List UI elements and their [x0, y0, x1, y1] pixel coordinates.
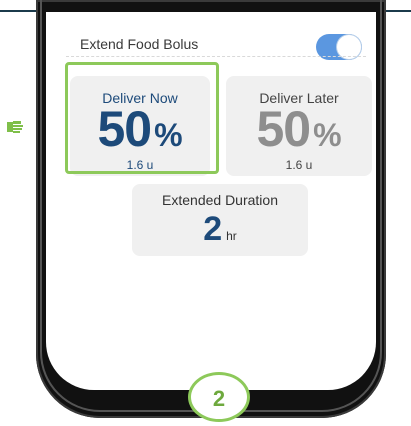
step-badge: 2	[188, 372, 250, 422]
divider	[66, 56, 366, 57]
extended-duration-card[interactable]: Extended Duration 2 hr	[132, 184, 308, 256]
extended-duration-number: 2	[203, 210, 223, 248]
deliver-now-highlight	[65, 62, 219, 174]
deliver-later-percent: 50%	[226, 100, 372, 158]
deliver-later-units: 1.6 u	[285, 158, 313, 172]
deliver-later-percent-sign: %	[313, 117, 342, 153]
step-number: 2	[212, 386, 226, 411]
extend-food-bolus-row: Extend Food Bolus	[46, 22, 376, 60]
extended-duration-unit: hr	[226, 229, 237, 243]
extend-food-bolus-label: Extend Food Bolus	[80, 36, 199, 52]
deliver-later-card[interactable]: Deliver Later 50% 1.6 u	[226, 76, 372, 176]
extended-duration-title: Extended Duration	[162, 192, 278, 208]
deliver-later-percent-value: 50	[256, 101, 311, 157]
extended-duration-value: 2 hr	[132, 210, 308, 249]
pointing-hand-icon	[7, 121, 23, 133]
